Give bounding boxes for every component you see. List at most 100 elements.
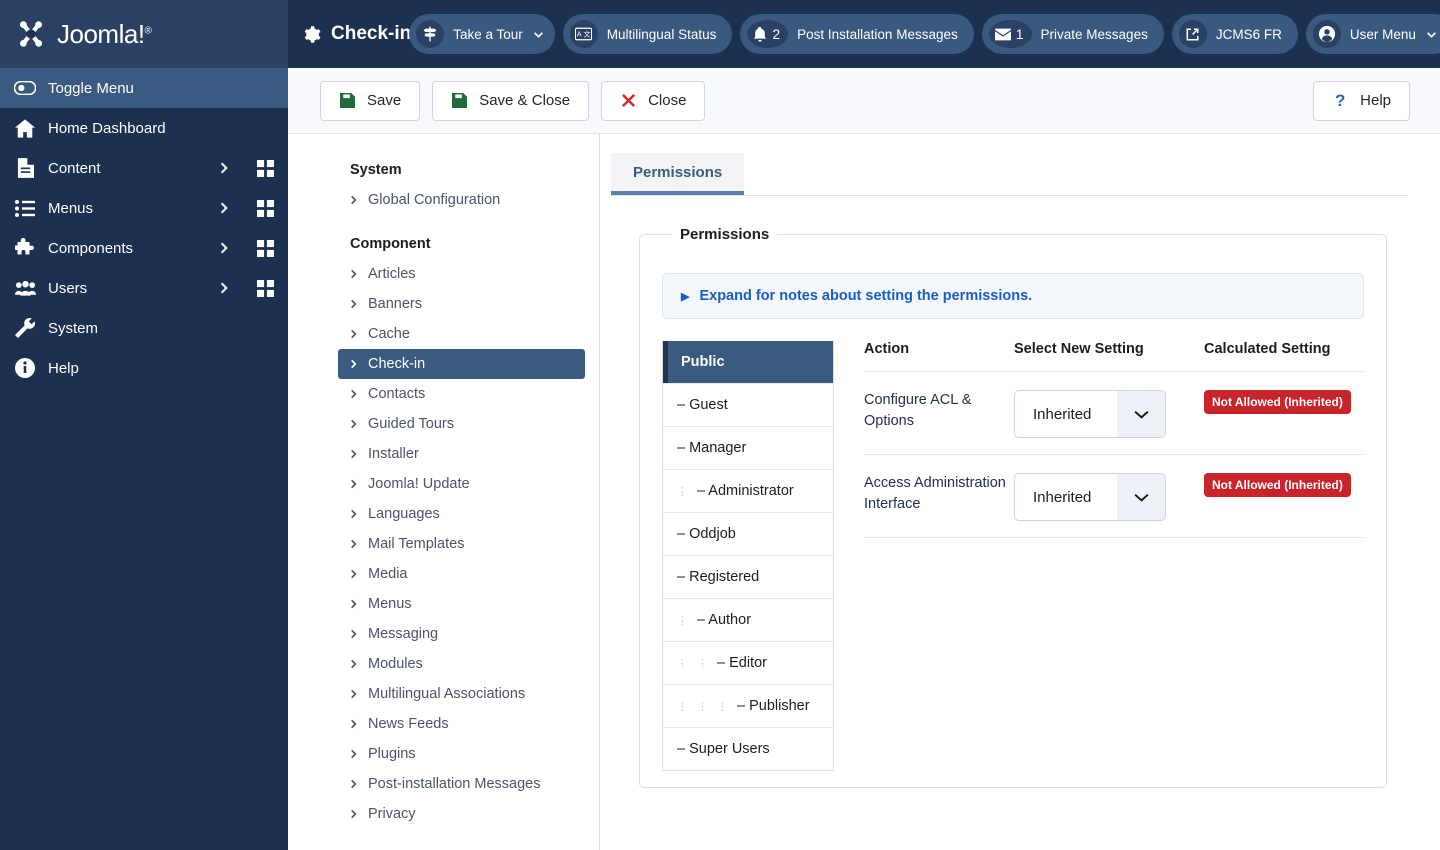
group-item-administrator[interactable]: ⋮ – Administrator (663, 469, 833, 512)
site-link-button[interactable]: JCMS6 FR (1171, 14, 1298, 54)
post-installation-messages-button[interactable]: 2 Post Installation Messages (740, 14, 974, 54)
sidebar-item-help[interactable]: Help (0, 348, 288, 388)
grid-icon[interactable] (257, 239, 274, 257)
config-item-multilingual-associations[interactable]: Multilingual Associations (338, 679, 585, 709)
status-badge: Not Allowed (Inherited) (1204, 473, 1351, 497)
setting-select[interactable]: Inherited (1014, 473, 1166, 521)
chevron-right-icon (351, 329, 357, 339)
sidebar-item-label: System (48, 319, 99, 337)
sidebar-item-menus[interactable]: Menus (0, 188, 288, 228)
joomla-mark-icon (19, 21, 43, 47)
config-item-label: Multilingual Associations (368, 686, 526, 702)
chevron-down-icon (533, 31, 543, 38)
tab-permissions[interactable]: Permissions (611, 153, 745, 195)
group-item-editor[interactable]: ⋮ ⋮ – Editor (663, 641, 833, 684)
private-messages-button[interactable]: 1 Private Messages (981, 14, 1164, 54)
sidebar-item-users[interactable]: Users (0, 268, 288, 308)
chevron-right-icon[interactable] (217, 161, 231, 175)
action-label: Configure ACL & Options (864, 392, 972, 429)
permissions-table: Action Select New Setting Calculated Set… (864, 341, 1364, 771)
config-item-guided-tours[interactable]: Guided Tours (338, 409, 585, 439)
group-item-guest[interactable]: – Guest (663, 383, 833, 426)
config-item-contacts[interactable]: Contacts (338, 379, 585, 409)
group-item-public[interactable]: Public (663, 341, 833, 383)
config-item-post-installation-messages[interactable]: Post-installation Messages (338, 769, 585, 799)
close-button[interactable]: Close (601, 80, 706, 121)
group-label: Registered (689, 569, 760, 585)
chevron-right-icon (351, 449, 357, 459)
config-item-label: Joomla! Update (368, 476, 470, 492)
config-item-modules[interactable]: Modules (338, 649, 585, 679)
config-item-mail-templates[interactable]: Mail Templates (338, 529, 585, 559)
user-menu-button[interactable]: User Menu (1305, 14, 1440, 54)
config-item-menus[interactable]: Menus (338, 589, 585, 619)
group-label: Guest (689, 397, 728, 413)
group-prefix: – (677, 440, 690, 456)
content-area: System Global Configuration Component Ar… (288, 134, 1440, 850)
config-item-articles[interactable]: Articles (338, 259, 585, 289)
chevron-down-icon[interactable] (1117, 474, 1165, 520)
config-item-plugins[interactable]: Plugins (338, 739, 585, 769)
group-item-manager[interactable]: – Manager (663, 426, 833, 469)
sidebar-item-label: Users (48, 279, 88, 297)
chevron-right-icon (351, 389, 357, 399)
permissions-notes-toggle[interactable]: ▶ Expand for notes about setting the per… (662, 273, 1364, 319)
chevron-down-icon[interactable] (1117, 391, 1165, 437)
group-item-publisher[interactable]: ⋮ ⋮ ⋮ – Publisher (663, 684, 833, 727)
chevron-right-icon (351, 419, 357, 429)
save-and-close-button[interactable]: Save & Close (432, 80, 590, 121)
config-item-languages[interactable]: Languages (338, 499, 585, 529)
take-a-tour-label: Take a Tour (453, 26, 523, 42)
group-item-oddjob[interactable]: – Oddjob (663, 512, 833, 555)
help-button[interactable]: ? Help (1313, 80, 1410, 121)
gear-icon (304, 25, 321, 43)
config-item-banners[interactable]: Banners (338, 289, 585, 319)
chevron-right-icon (351, 779, 357, 789)
sidebar-item-content[interactable]: Content (0, 148, 288, 188)
multilingual-status-button[interactable]: A文 Multilingual Status (562, 14, 733, 54)
indent-marker: ⋮ (697, 700, 708, 713)
grid-icon[interactable] (257, 279, 274, 297)
group-item-registered[interactable]: – Registered (663, 555, 833, 598)
grid-icon[interactable] (257, 159, 274, 177)
setting-select[interactable]: Inherited (1014, 390, 1166, 438)
chevron-right-icon (351, 599, 357, 609)
group-label: Manager (689, 440, 747, 456)
config-item-cache[interactable]: Cache (338, 319, 585, 349)
sidebar-item-system[interactable]: System (0, 308, 288, 348)
config-item-installer[interactable]: Installer (338, 439, 585, 469)
external-link-icon (1178, 20, 1207, 48)
brand-area[interactable]: Joomla!® (0, 0, 288, 68)
chevron-right-icon (351, 539, 357, 549)
config-item-joomla-update[interactable]: Joomla! Update (338, 469, 585, 499)
permissions-fieldset: Permissions ▶ Expand for notes about set… (639, 226, 1387, 788)
group-label: Oddjob (689, 526, 736, 542)
sidebar-item-home-dashboard[interactable]: Home Dashboard (0, 108, 288, 148)
table-header-row: Action Select New Setting Calculated Set… (864, 341, 1364, 372)
chevron-right-icon[interactable] (217, 281, 231, 295)
group-item-author[interactable]: ⋮ – Author (663, 598, 833, 641)
sidebar-item-components[interactable]: Components (0, 228, 288, 268)
chevron-right-icon[interactable] (217, 241, 231, 255)
config-item-news-feeds[interactable]: News Feeds (338, 709, 585, 739)
chevron-right-icon[interactable] (217, 201, 231, 215)
private-messages-count: 1 (1015, 26, 1024, 42)
sidebar-item-toggle-menu[interactable]: Toggle Menu (0, 68, 288, 108)
config-item-label: Modules (368, 656, 423, 672)
group-item-super-users[interactable]: – Super Users (663, 727, 833, 770)
config-item-global-configuration[interactable]: Global Configuration (338, 185, 585, 215)
configuration-menu: System Global Configuration Component Ar… (288, 134, 600, 850)
config-item-media[interactable]: Media (338, 559, 585, 589)
chevron-right-icon (351, 809, 357, 819)
indent-marker: ⋮ (677, 700, 688, 713)
save-button[interactable]: Save (320, 80, 421, 121)
config-item-privacy[interactable]: Privacy (338, 799, 585, 829)
take-a-tour-button[interactable]: Take a Tour (409, 14, 555, 54)
grid-icon[interactable] (257, 199, 274, 217)
config-item-messaging[interactable]: Messaging (338, 619, 585, 649)
users-icon (14, 277, 36, 299)
private-messages-label: Private Messages (1040, 26, 1148, 42)
config-item-check-in[interactable]: Check-in (338, 349, 585, 379)
chevron-right-icon (351, 269, 357, 279)
permissions-notes-label: Expand for notes about setting the permi… (699, 288, 1033, 304)
